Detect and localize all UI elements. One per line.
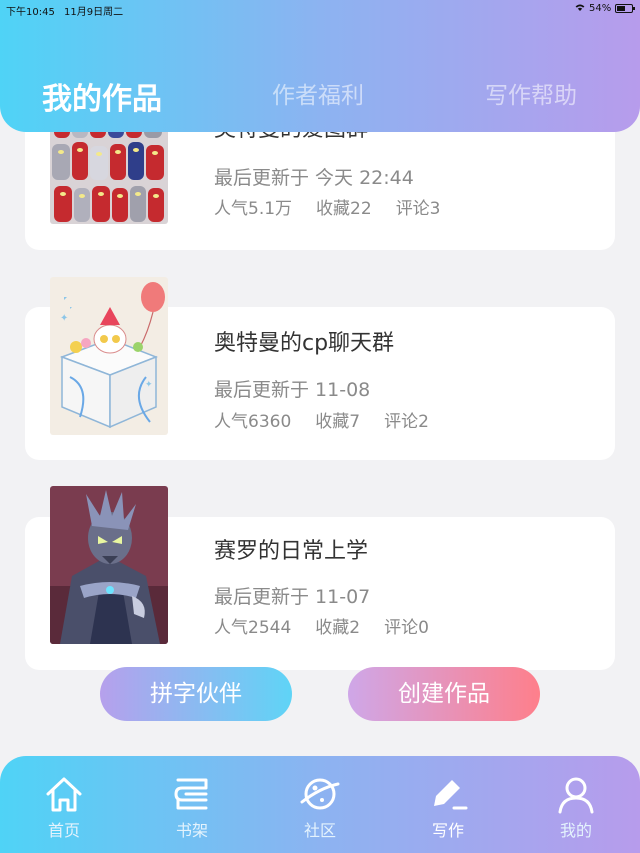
- work-cover-image[interactable]: [50, 486, 168, 644]
- tabbar-label: 我的: [559, 821, 592, 840]
- top-tabs: 我的作品 作者福利 写作帮助: [0, 60, 640, 120]
- status-bar: 下午10:45 11月9日周二 54%: [0, 0, 640, 18]
- work-popularity: 人气5.1万: [214, 199, 293, 219]
- tabbar-label: 书架: [175, 821, 208, 840]
- bookshelf-icon: [174, 778, 208, 810]
- work-comments: 评论0: [384, 618, 429, 638]
- planet-icon: [300, 778, 340, 810]
- work-stats: 人气5.1万 收藏22 评论3: [214, 194, 465, 219]
- work-favorites: 收藏22: [316, 199, 372, 219]
- tabbar-item-home[interactable]: 首页: [14, 756, 114, 853]
- tabbar-item-community[interactable]: 社区: [270, 756, 370, 853]
- pen-icon: [434, 780, 468, 810]
- work-updated-time: 最后更新于 11-07: [214, 586, 371, 608]
- home-icon: [46, 777, 82, 812]
- work-favorites: 收藏2: [315, 618, 361, 638]
- tabbar-item-write[interactable]: 写作: [398, 756, 498, 853]
- work-cover-image[interactable]: ✦ ✦: [50, 277, 168, 435]
- tabbar-item-mine[interactable]: 我的: [526, 756, 626, 853]
- work-comments: 评论2: [384, 412, 429, 432]
- tabbar-label: 写作: [431, 821, 464, 840]
- work-title[interactable]: 赛罗的日常上学: [214, 533, 368, 565]
- work-favorites: 收藏7: [315, 412, 361, 432]
- header: 下午10:45 11月9日周二 54% 我的作品 作者福利 写作帮助: [0, 0, 640, 132]
- tab-writing-help[interactable]: 写作帮助: [485, 76, 577, 110]
- wifi-icon: [575, 4, 585, 11]
- tabbar-label: 社区: [303, 821, 336, 840]
- bottom-tab-bar: 首页 书架 社区 写作 我的: [0, 756, 640, 853]
- svg-text:✦: ✦: [145, 380, 153, 390]
- tab-my-works[interactable]: 我的作品: [42, 74, 162, 118]
- status-date: 11月9日周二: [64, 7, 124, 18]
- status-time: 下午10:45: [6, 7, 55, 18]
- work-stats: 人气6360 收藏7 评论2: [214, 407, 453, 432]
- tab-author-welfare[interactable]: 作者福利: [272, 76, 364, 110]
- work-comments: 评论3: [395, 199, 441, 219]
- battery-icon: [615, 4, 635, 13]
- tabbar-label: 首页: [47, 821, 80, 840]
- svg-text:✦: ✦: [60, 313, 68, 324]
- battery-percent: 54%: [589, 3, 612, 14]
- work-updated-time: 最后更新于 今天 22:44: [214, 167, 414, 189]
- work-stats: 人气2544 收藏2 评论0: [214, 613, 453, 638]
- battery-level-fill: [617, 6, 625, 11]
- user-icon: [558, 777, 594, 814]
- create-work-button[interactable]: 创建作品: [348, 667, 540, 721]
- work-title[interactable]: 奥特曼的cp聊天群: [214, 325, 394, 357]
- zero-hero-cover: [50, 486, 168, 644]
- work-popularity: 人气6360: [214, 412, 292, 432]
- work-updated-time: 最后更新于 11-08: [214, 379, 371, 401]
- gift-box-cover: ✦ ✦: [50, 277, 168, 435]
- tabbar-item-bookshelf[interactable]: 书架: [142, 756, 242, 853]
- writing-partner-button[interactable]: 拼字伙伴: [100, 667, 292, 721]
- work-popularity: 人气2544: [214, 618, 292, 638]
